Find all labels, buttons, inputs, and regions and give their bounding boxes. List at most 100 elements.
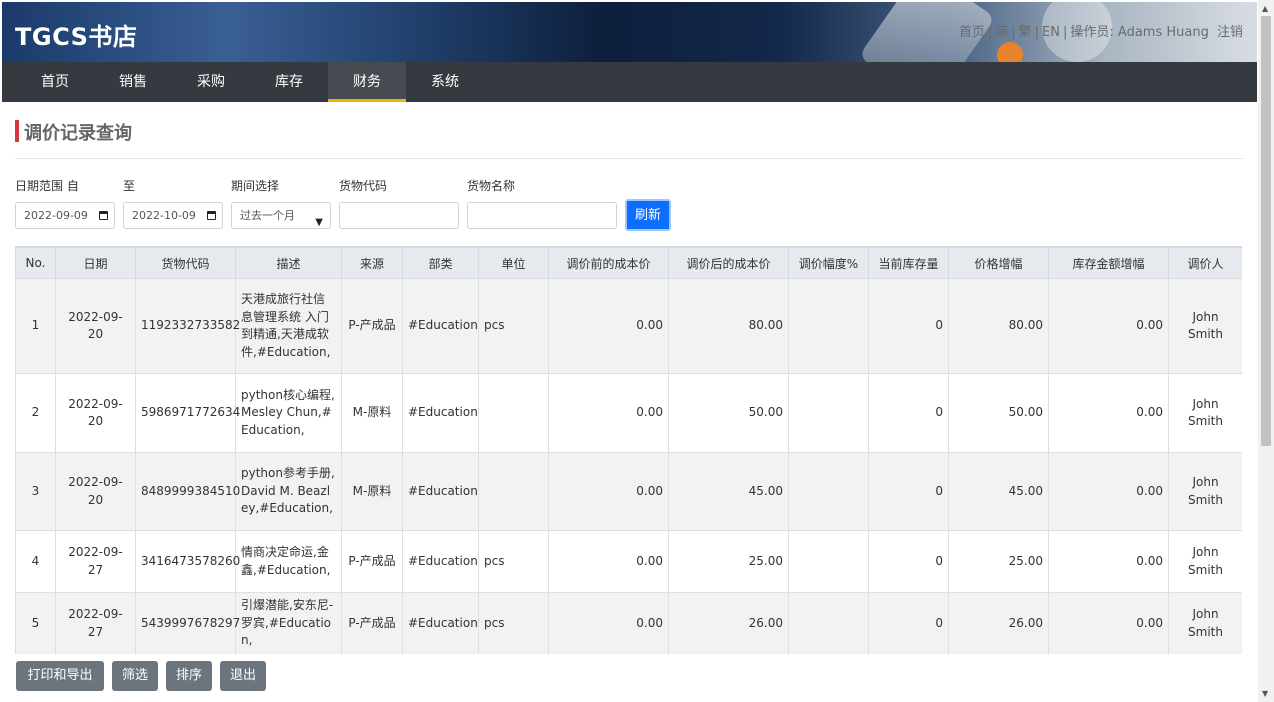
col-header[interactable]: 部类	[402, 247, 479, 279]
cell-no: 4	[15, 530, 56, 593]
date-to-input[interactable]: 2022-10-09	[123, 202, 223, 229]
nav-item-finance[interactable]: 财务	[328, 62, 406, 102]
logout-link[interactable]: 注销	[1217, 25, 1243, 40]
cell-unit: pcs	[478, 530, 549, 593]
cell-no: 1	[15, 278, 56, 374]
cell-after: 80.00	[668, 278, 789, 374]
date-to-label: 至	[123, 179, 136, 193]
scroll-thumb[interactable]	[1261, 16, 1271, 446]
refresh-button[interactable]: 刷新	[625, 199, 671, 231]
main-nav: 首页 销售 采购 库存 财务 系统	[2, 62, 1257, 102]
col-header[interactable]: No.	[15, 247, 56, 279]
cell-by: John Smith	[1168, 530, 1242, 593]
cell-unit	[478, 452, 549, 531]
cell-code: 5986971772634	[135, 373, 240, 453]
cell-source: P-产成品	[341, 530, 403, 593]
date-from-input[interactable]: 2022-09-09	[15, 202, 115, 229]
col-header[interactable]: 描述	[235, 247, 342, 279]
cell-by: John Smith	[1168, 592, 1242, 654]
cell-date: 2022-09-20	[55, 452, 136, 531]
cell-unit: pcs	[478, 278, 549, 374]
cell-after: 50.00	[668, 373, 789, 453]
price-adjust-table: No. 日期 货物代码 描述 来源 部类 单位 调价前的成本价 调价后的成本价 …	[15, 246, 1242, 654]
col-header[interactable]: 单位	[478, 247, 549, 279]
cell-source: P-产成品	[341, 278, 403, 374]
cell-source: M-原料	[341, 452, 403, 531]
cell-no: 5	[15, 592, 56, 654]
calendar-icon[interactable]	[99, 211, 108, 220]
cell-pct	[788, 278, 869, 374]
top-link-home[interactable]: 首页	[959, 25, 985, 40]
cell-pct	[788, 452, 869, 531]
cell-desc: 情商决定命运,金鑫,#Education,	[235, 530, 342, 593]
scroll-up-icon[interactable]: ▲	[1262, 4, 1268, 13]
cell-after: 26.00	[668, 592, 789, 654]
cell-before: 0.00	[548, 592, 669, 654]
col-header[interactable]: 库存金额增幅	[1048, 247, 1169, 279]
cell-after: 45.00	[668, 452, 789, 531]
cell-stock: 0	[868, 373, 949, 453]
filter-button[interactable]: 筛选	[112, 661, 158, 691]
banner-decoration	[997, 42, 1023, 62]
print-export-button[interactable]: 打印和导出	[16, 661, 104, 691]
col-header[interactable]: 货物代码	[135, 247, 236, 279]
cell-stock: 0	[868, 592, 949, 654]
code-input[interactable]	[339, 202, 459, 229]
scroll-down-icon[interactable]: ▼	[1262, 689, 1268, 698]
cell-stock: 0	[868, 278, 949, 374]
title-accent-bar	[15, 120, 19, 142]
exit-button[interactable]: 退出	[220, 661, 266, 691]
cell-desc: python核心编程,Mesley Chun,#Education,	[235, 373, 342, 453]
cell-stock-amt-inc: 0.00	[1048, 373, 1169, 453]
nav-item-inventory[interactable]: 库存	[256, 62, 322, 102]
cell-stock-amt-inc: 0.00	[1048, 530, 1169, 593]
col-header[interactable]: 来源	[341, 247, 403, 279]
name-input[interactable]	[467, 202, 617, 229]
cell-before: 0.00	[548, 452, 669, 531]
cell-before: 0.00	[548, 373, 669, 453]
table-row[interactable]: 2 2022-09-20 5986971772634 python核心编程,Me…	[15, 373, 1242, 453]
table-row[interactable]: 4 2022-09-27 3416473578260 情商决定命运,金鑫,#Ed…	[15, 530, 1242, 593]
nav-item-system[interactable]: 系统	[412, 62, 478, 102]
table-row[interactable]: 1 2022-09-20 1192332733582 天港成旅行社信息管理系统 …	[15, 278, 1242, 374]
code-label: 货物代码	[339, 179, 388, 193]
col-header[interactable]: 价格增幅	[948, 247, 1049, 279]
cell-pct	[788, 530, 869, 593]
nav-item-home[interactable]: 首页	[22, 62, 88, 102]
cell-code: 5439997678297	[135, 592, 240, 654]
cell-by: John Smith	[1168, 373, 1242, 453]
col-header[interactable]: 调价后的成本价	[668, 247, 789, 279]
app-root: TGCS书店 首页 | 简 | 繁 | EN | 操作员: Adams Huang 注销 首页 …	[0, 0, 1274, 702]
page-scrollbar[interactable]: ▲ ▼	[1258, 0, 1274, 702]
period-select[interactable]: 过去一个月 ▼	[231, 202, 331, 229]
col-header[interactable]: 当前库存量	[868, 247, 949, 279]
cell-before: 0.00	[548, 278, 669, 374]
cell-stock: 0	[868, 452, 949, 531]
cell-by: John Smith	[1168, 452, 1242, 531]
col-header[interactable]: 调价前的成本价	[548, 247, 669, 279]
col-header[interactable]: 日期	[55, 247, 136, 279]
cell-date: 2022-09-20	[55, 278, 136, 374]
cell-price-inc: 50.00	[948, 373, 1049, 453]
cell-desc: 引爆潜能,安东尼-罗宾,#Education,	[235, 592, 342, 654]
cell-desc: 天港成旅行社信息管理系统 入门到精通,天港成软件,#Education,	[235, 278, 342, 374]
table-header-row: No. 日期 货物代码 描述 来源 部类 单位 调价前的成本价 调价后的成本价 …	[15, 247, 1242, 279]
table-row[interactable]: 3 2022-09-20 8489999384510 python参考手册,Da…	[15, 452, 1242, 531]
col-header[interactable]: 调价幅度%	[788, 247, 869, 279]
nav-item-sales[interactable]: 销售	[100, 62, 166, 102]
lang-traditional[interactable]: 繁	[1019, 25, 1032, 40]
nav-item-purchase[interactable]: 采购	[178, 62, 244, 102]
cell-no: 3	[15, 452, 56, 531]
cell-category: #Education	[402, 373, 479, 453]
cell-code: 3416473578260	[135, 530, 240, 593]
page-title: 调价记录查询	[24, 123, 132, 144]
sort-button[interactable]: 排序	[166, 661, 212, 691]
period-label: 期间选择	[231, 179, 280, 193]
lang-english[interactable]: EN	[1042, 25, 1060, 40]
brand-logo[interactable]: TGCS书店	[15, 17, 137, 52]
col-header[interactable]: 调价人	[1168, 247, 1242, 279]
calendar-icon[interactable]	[207, 211, 216, 220]
cell-date: 2022-09-27	[55, 530, 136, 593]
lang-simplified[interactable]: 简	[995, 25, 1008, 40]
table-row[interactable]: 5 2022-09-27 5439997678297 引爆潜能,安东尼-罗宾,#…	[15, 592, 1242, 654]
